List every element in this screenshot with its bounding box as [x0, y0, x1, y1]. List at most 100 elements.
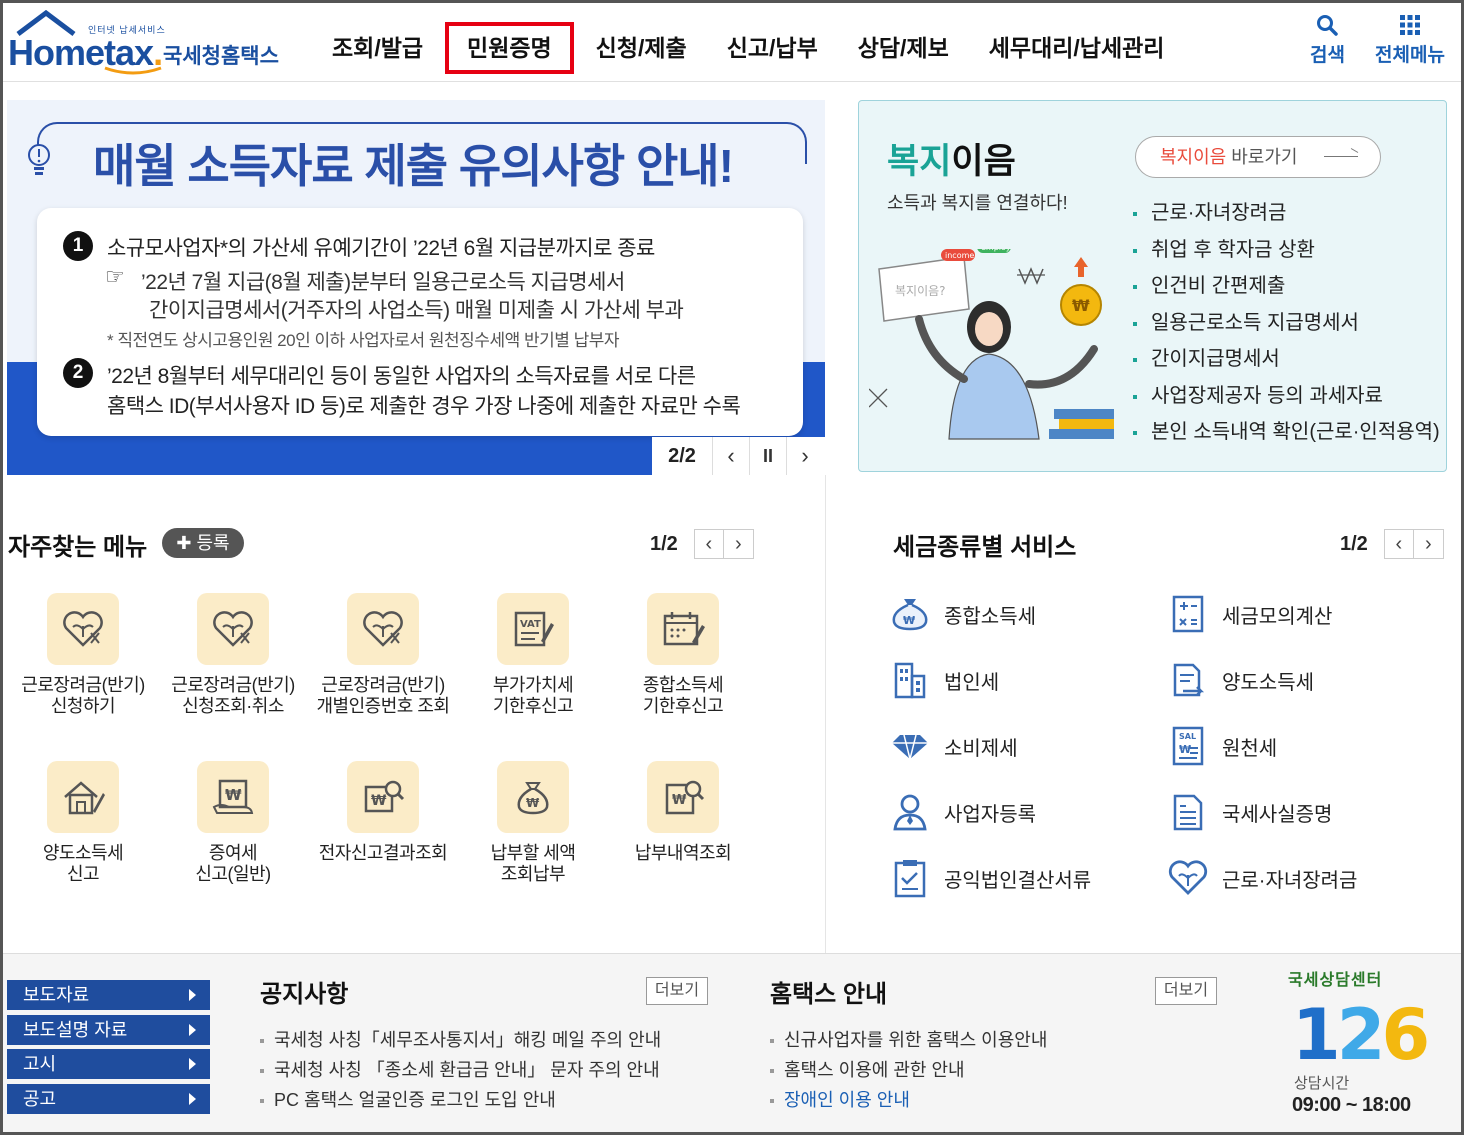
- tax-item-corporate[interactable]: 법인세: [890, 660, 999, 700]
- banner-controls: 2/2 ‹ II ›: [652, 437, 825, 475]
- nav-apply-submit[interactable]: 신청/제출: [576, 22, 707, 74]
- notice-list: 국세청 사칭「세무조사통지서」해킹 메일 주의 안내 국세청 사칭 「종소세 환…: [258, 1025, 661, 1115]
- welfare-item[interactable]: 일용근로소득 지급명세서: [1131, 305, 1440, 342]
- certificate-icon: [1168, 792, 1208, 832]
- notice-item[interactable]: 국세청 사칭「세무조사통지서」해킹 메일 주의 안내: [258, 1025, 661, 1055]
- hometax-logo[interactable]: 인터넷 납세서비스 Hometax. 국세청홈택스: [8, 10, 283, 75]
- frequent-item-income-late[interactable]: 종합소득세 기한후신고: [608, 593, 758, 717]
- nav-consult-report[interactable]: 상담/제보: [838, 22, 969, 74]
- guide-item-accessibility[interactable]: 장애인 이용 안내: [768, 1085, 1047, 1115]
- tax-service-page-indicator: 1/2: [1340, 532, 1368, 555]
- frequent-item-eitc-inquiry[interactable]: 근로장려금(반기) 신청조회·취소: [158, 593, 308, 717]
- frequent-item-capital-gains[interactable]: 양도소득세 신고: [8, 761, 158, 885]
- welfare-item[interactable]: 근로·자녀장려금: [1131, 195, 1440, 232]
- frequent-item-label: 증여세 신고(일반): [195, 843, 271, 884]
- welfare-item[interactable]: 사업장제공자 등의 과세자료: [1131, 378, 1440, 415]
- consultation-hours-label: 상담시간: [1294, 1075, 1350, 1092]
- banner-item-number-2: 2: [63, 358, 93, 388]
- money-bag-icon: ₩: [497, 761, 569, 833]
- tax-service-prev-button[interactable]: ‹: [1383, 529, 1414, 559]
- tax-item-label: 양도소득세: [1222, 671, 1314, 694]
- banner-title: 매월 소득자료 제출 유의사항 안내!: [85, 130, 741, 196]
- welfare-item[interactable]: 간이지급명세서: [1131, 341, 1440, 378]
- notice-more-button[interactable]: 더보기: [646, 977, 708, 1005]
- banner-next-button[interactable]: ›: [786, 437, 823, 475]
- tax-item-certificate[interactable]: 국세사실증명: [1168, 792, 1332, 832]
- banner-item2-line2: 홈택스 ID(부서사용자 ID 등)로 제출한 경우 가장 나중에 제출한 자료…: [107, 395, 741, 418]
- welfare-shortcut-button[interactable]: 복지이음 바로가기: [1135, 136, 1381, 178]
- welfare-item[interactable]: 본인 소득내역 확인(근로·인적용역): [1131, 414, 1440, 451]
- frequent-item-tax-payment[interactable]: ₩ 납부할 세액 조회납부: [458, 761, 608, 885]
- heart-sprout-icon: [197, 593, 269, 665]
- public-notice-button[interactable]: 공고: [7, 1084, 210, 1114]
- frequent-next-button[interactable]: ›: [723, 529, 754, 559]
- tax-item-comprehensive-income[interactable]: ₩ 종합소득세: [890, 594, 1036, 634]
- frequent-item-label: 납부할 세액 조회납부: [490, 843, 576, 884]
- frequent-item-e-filing-result[interactable]: ₩ 전자신고결과조회: [308, 761, 458, 864]
- guide-more-button[interactable]: 더보기: [1155, 977, 1217, 1005]
- guide-item[interactable]: 홈택스 이용에 관한 안내: [768, 1055, 1047, 1085]
- svg-text:₩: ₩: [1072, 296, 1090, 315]
- frequent-item-payment-history[interactable]: ₩ 납부내역조회: [608, 761, 758, 864]
- nav-report-pay[interactable]: 신고/납부: [707, 22, 838, 74]
- notice-item[interactable]: PC 홈택스 얼굴인증 로그인 도입 안내: [258, 1085, 661, 1115]
- frequent-item-vat-late[interactable]: VAT 부가가치세 기한후신고: [458, 593, 608, 717]
- tax-item-business-registration[interactable]: 사업자등록: [890, 792, 1036, 832]
- nav-tax-agent[interactable]: 세무대리/납세관리: [969, 22, 1185, 74]
- announcement-button[interactable]: 고시: [7, 1049, 210, 1079]
- tax-item-consumption[interactable]: 소비제세: [890, 726, 1018, 766]
- banner-item-number-1: 1: [63, 231, 93, 261]
- press-release-button[interactable]: 보도자료: [7, 980, 210, 1010]
- welfare-list: 근로·자녀장려금 취업 후 학자금 상환 인건비 간편제출 일용근로소득 지급명…: [1131, 195, 1440, 451]
- all-menu-button[interactable]: 전체메뉴: [1375, 14, 1445, 67]
- welfare-item[interactable]: 취업 후 학자금 상환: [1131, 232, 1440, 269]
- register-menu-button[interactable]: ✚ 등록: [162, 528, 244, 558]
- welfare-item[interactable]: 인건비 간편제출: [1131, 268, 1440, 305]
- tax-item-simulation[interactable]: 세금모의계산: [1168, 594, 1332, 634]
- heart-sprout-icon: [347, 593, 419, 665]
- frequent-item-eitc-apply[interactable]: 근로장려금(반기) 신청하기: [8, 593, 158, 717]
- arrow-right-icon: [1324, 156, 1358, 157]
- tax-item-withholding[interactable]: SAL ₩ 원천세: [1168, 726, 1277, 766]
- heart-icon: [1168, 858, 1208, 898]
- banner-pause-button[interactable]: II: [749, 437, 786, 475]
- notice-banner[interactable]: 매월 소득자료 제출 유의사항 안내! 1 소규모사업자*의 가산세 유예기간이…: [7, 100, 825, 475]
- banner-prev-button[interactable]: ‹: [712, 437, 749, 475]
- tax-item-public-interest[interactable]: 공익법인결산서류: [890, 858, 1091, 898]
- tax-item-label: 세금모의계산: [1222, 605, 1333, 628]
- svg-text:income: income: [945, 251, 974, 260]
- tax-item-label: 사업자등록: [944, 803, 1036, 826]
- press-explanation-button[interactable]: 보도설명 자료: [7, 1015, 210, 1045]
- tax-item-eitc[interactable]: 근로·자녀장려금: [1168, 858, 1357, 898]
- frequent-item-label: 전자신고결과조회: [318, 843, 448, 863]
- tax-item-label: 소비제세: [944, 737, 1018, 760]
- main-nav: 조회/발급 민원증명 신청/제출 신고/납부 상담/제보 세무대리/납세관리: [312, 20, 1184, 76]
- search-button[interactable]: 검색: [1310, 14, 1345, 67]
- frequent-item-label: 부가가치세 기한후신고: [492, 675, 574, 716]
- welfare-illustration: 복지이음? income employ ₩: [869, 249, 1114, 440]
- frequent-item-eitc-auth[interactable]: 근로장려금(반기) 개별인증번호 조회: [308, 593, 458, 717]
- frequent-item-gift-tax[interactable]: ₩ 증여세 신고(일반): [158, 761, 308, 885]
- consultation-number: 126: [1292, 994, 1430, 1076]
- banner-page-indicator: 2/2: [668, 444, 696, 467]
- tax-service-next-button[interactable]: ›: [1413, 529, 1444, 559]
- grid-menu-icon: [1399, 15, 1420, 35]
- svg-text:employ: employ: [981, 249, 1011, 252]
- frequent-pager: 1/2 ‹ ›: [650, 529, 754, 559]
- frequent-prev-button[interactable]: ‹: [693, 529, 724, 559]
- frequent-item-label: 양도소득세 신고: [42, 843, 124, 884]
- nav-inquiry-issue[interactable]: 조회/발급: [312, 22, 443, 74]
- lightbulb-icon: [28, 144, 50, 175]
- frequent-item-label: 근로장려금(반기) 개별인증번호 조회: [316, 675, 450, 716]
- consultation-center-title: 국세상담센터: [1288, 972, 1383, 989]
- won-search-icon: ₩: [347, 761, 419, 833]
- tax-consultation-center[interactable]: 국세상담센터 126 상담시간 09:00 ~ 18:00: [1288, 966, 1453, 1121]
- nav-civil-certificate[interactable]: 민원증명: [445, 22, 574, 74]
- notice-item[interactable]: 국세청 사칭 「종소세 환급금 안내」 문자 주의 안내: [258, 1055, 661, 1085]
- guide-item[interactable]: 신규사업자를 위한 홈택스 이용안내: [768, 1025, 1047, 1055]
- svg-text:VAT: VAT: [520, 619, 541, 630]
- notice-title: 공지사항: [260, 981, 349, 1008]
- tax-item-capital-gains[interactable]: 양도소득세: [1168, 660, 1314, 700]
- person-icon: [890, 792, 930, 832]
- frequent-item-label: 종합소득세 기한후신고: [642, 675, 724, 716]
